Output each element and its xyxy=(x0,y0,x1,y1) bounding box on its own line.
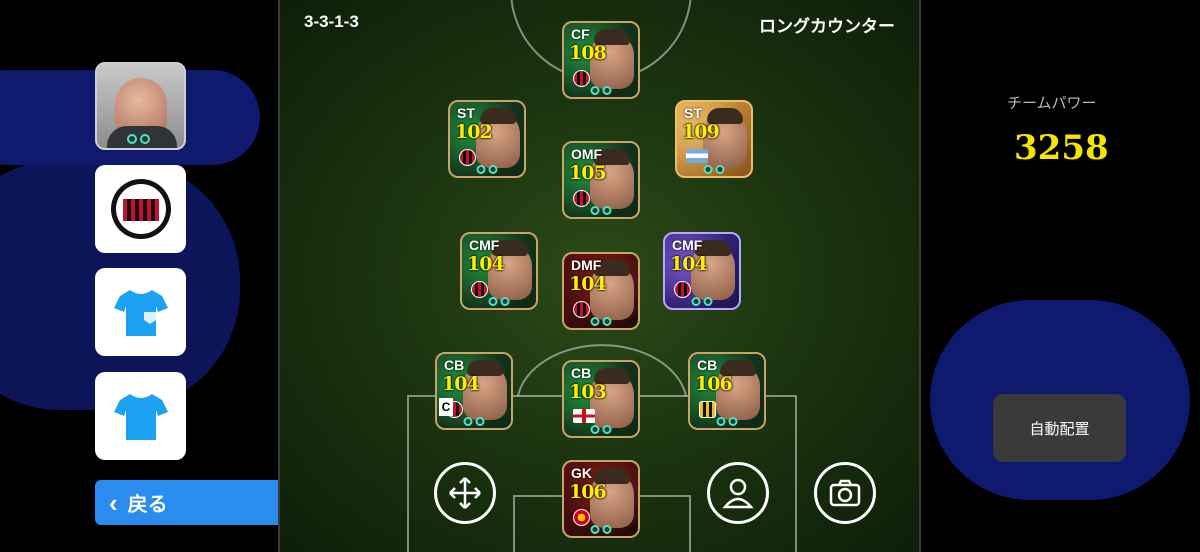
player-card-cmf-right[interactable]: CMF 104 xyxy=(663,232,741,310)
club-badge-icon xyxy=(674,281,691,298)
skill-dots xyxy=(488,297,510,306)
skill-dots xyxy=(127,134,150,144)
club-badge-icon xyxy=(573,509,590,526)
player-rating: 104 xyxy=(467,253,505,275)
player-position: CB xyxy=(697,357,718,373)
player-rating: 105 xyxy=(569,162,607,184)
club-emblem-card[interactable] xyxy=(95,165,186,253)
player-rating: 108 xyxy=(569,42,607,64)
player-card-st-left[interactable]: ST 102 xyxy=(448,100,526,178)
skill-dots xyxy=(716,417,738,426)
player-position: ST xyxy=(457,105,475,121)
club-badge-icon xyxy=(459,149,476,166)
skill-dots xyxy=(703,165,725,174)
back-label: 戻る xyxy=(127,494,168,516)
player-rating: 106 xyxy=(569,481,607,503)
player-position: CB xyxy=(571,365,592,381)
back-button[interactable]: ‹ 戻る xyxy=(95,480,302,525)
player-card-st-right[interactable]: ST 109 xyxy=(675,100,753,178)
club-badge-icon xyxy=(573,409,595,423)
player-position: ST xyxy=(684,105,702,121)
player-position: CMF xyxy=(672,237,703,253)
skill-dots xyxy=(590,206,612,215)
player-position: GK xyxy=(571,465,592,481)
skill-dots xyxy=(590,317,612,326)
player-card-cf[interactable]: CF 108 xyxy=(562,21,640,99)
club-badge-icon xyxy=(573,301,590,318)
move-button[interactable] xyxy=(434,462,496,524)
team-power-label: チームパワー xyxy=(1007,95,1097,112)
club-badge-icon xyxy=(471,281,488,298)
player-rating: 109 xyxy=(682,121,720,143)
player-info-button[interactable] xyxy=(707,462,769,524)
home-kit-card[interactable] xyxy=(95,268,186,356)
player-card-cb-center[interactable]: CB 103 xyxy=(562,360,640,438)
club-badge-icon xyxy=(573,70,590,87)
camera-button[interactable] xyxy=(814,462,876,524)
player-rating: 102 xyxy=(455,121,493,143)
away-kit-card[interactable] xyxy=(95,372,186,460)
shirt-icon xyxy=(113,290,168,336)
playstyle-label[interactable]: ロングカウンター xyxy=(759,12,895,37)
player-rating: 106 xyxy=(695,373,733,395)
player-card-gk[interactable]: GK 106 xyxy=(562,460,640,538)
formation-label[interactable]: 3-3-1-3 xyxy=(304,12,359,32)
ac-milan-emblem xyxy=(110,179,171,239)
skill-dots xyxy=(590,525,612,534)
player-position: CMF xyxy=(469,237,500,253)
club-badge-icon xyxy=(699,401,716,418)
player-rating: 103 xyxy=(569,381,607,403)
club-badge-icon xyxy=(573,190,590,207)
team-power-value: 3258 xyxy=(1014,128,1109,168)
player-card-cb-left[interactable]: CB 104 C xyxy=(435,352,513,430)
player-rating: 104 xyxy=(670,253,708,275)
chevron-left-icon: ‹ xyxy=(109,487,118,518)
skill-dots xyxy=(590,425,612,434)
pitch: 3-3-1-3 ロングカウンター CF 108 ST 102 OMF 105 ST 109 CM… xyxy=(278,0,921,552)
camera-icon xyxy=(829,479,861,507)
player-card-dmf[interactable]: DMF 104 xyxy=(562,252,640,330)
player-card-cmf-left[interactable]: CMF 104 xyxy=(460,232,538,310)
manager-card[interactable] xyxy=(95,62,186,150)
move-arrows-icon xyxy=(449,477,481,509)
skill-dots xyxy=(476,165,498,174)
player-position: CF xyxy=(571,26,590,42)
player-position: CB xyxy=(444,357,465,373)
club-badge-icon xyxy=(686,149,708,163)
auto-arrange-button[interactable]: 自動配置 xyxy=(993,394,1126,462)
player-card-omf[interactable]: OMF 105 xyxy=(562,141,640,219)
captain-badge: C xyxy=(439,398,453,416)
shirt-icon xyxy=(113,394,168,440)
skill-dots xyxy=(691,297,713,306)
player-position: DMF xyxy=(571,257,602,273)
player-rating: 104 xyxy=(442,373,480,395)
player-rating: 104 xyxy=(569,273,607,295)
skill-dots xyxy=(463,417,485,426)
person-icon xyxy=(722,478,754,509)
player-position: OMF xyxy=(571,146,603,162)
skill-dots xyxy=(590,86,612,95)
player-card-cb-right[interactable]: CB 106 xyxy=(688,352,766,430)
